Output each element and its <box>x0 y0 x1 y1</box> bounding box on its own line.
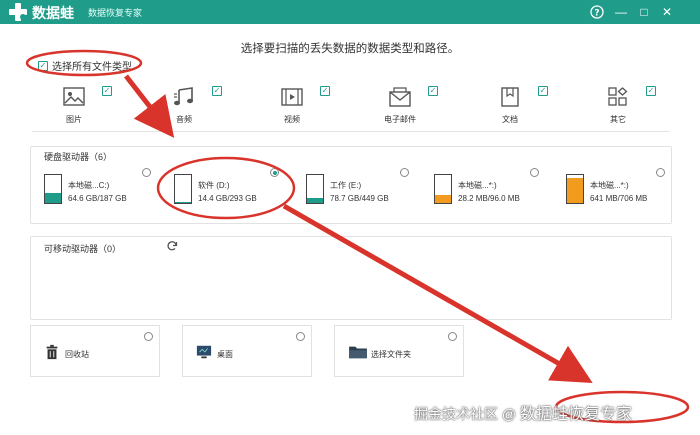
file-type-label: 图片 <box>66 115 82 124</box>
file-type-other[interactable]: ✓ 其它 <box>576 78 666 132</box>
location-select-folder[interactable]: 选择文件夹 <box>334 325 464 377</box>
music-icon <box>174 87 193 106</box>
file-type-label: 文档 <box>502 115 518 124</box>
checkbox-checked-icon[interactable]: ✓ <box>320 86 330 96</box>
drive-size: 28.2 MB/96.0 MB <box>458 194 520 203</box>
drive-size: 78.7 GB/449 GB <box>330 194 389 203</box>
checkbox-checked-icon[interactable]: ✓ <box>646 86 656 96</box>
drive-item[interactable]: 工作 (E:) 78.7 GB/449 GB <box>306 168 436 214</box>
disk-icon <box>566 174 584 204</box>
location-desktop[interactable]: 桌面 <box>182 325 312 377</box>
drive-item[interactable]: 本地磁...*:) 28.2 MB/96.0 MB <box>434 168 564 214</box>
select-all-label: 选择所有文件类型 <box>52 62 132 73</box>
location-radio[interactable] <box>296 332 305 341</box>
location-radio[interactable] <box>448 332 457 341</box>
page-instruction: 选择要扫描的丢失数据的数据类型和路径。 <box>240 43 460 55</box>
app-logo-icon <box>9 3 27 21</box>
drive-size: 14.4 GB/293 GB <box>198 194 257 203</box>
minimize-button[interactable]: — <box>612 3 630 21</box>
checkbox-checked-icon[interactable]: ✓ <box>102 86 112 96</box>
select-all-checkbox[interactable]: ✓ 选择所有文件类型 <box>38 58 132 73</box>
disk-icon <box>306 174 324 204</box>
removable-drive-section-title: 可移动驱动器（0） <box>44 244 122 254</box>
file-type-images[interactable]: ✓ 图片 <box>32 78 122 132</box>
file-type-documents[interactable]: ✓ 文档 <box>468 78 558 132</box>
disk-icon <box>44 174 62 204</box>
drive-name: 本地磁...C:) <box>68 181 110 190</box>
file-type-video[interactable]: ✓ 视频 <box>250 78 340 132</box>
checkbox-checked-icon[interactable]: ✓ <box>538 86 548 96</box>
desktop-icon <box>196 345 212 359</box>
disk-icon <box>434 174 452 204</box>
svg-text:?: ? <box>594 9 599 19</box>
watermark: 掘金技术社区 @ 数据蛙恢复专家 <box>414 400 632 424</box>
hard-drive-section-title: 硬盘驱动器（6） <box>44 152 113 162</box>
file-type-label: 电子邮件 <box>384 115 416 124</box>
document-icon <box>501 87 519 107</box>
disk-usage-fill <box>175 201 191 203</box>
checkbox-checked-icon: ✓ <box>38 60 48 71</box>
help-icon: ? <box>590 5 604 19</box>
file-type-row: ✓ 图片 ✓ 音频 ✓ 视频 ✓ 电子邮件 ✓ 文档 ✓ 其它 <box>32 78 670 132</box>
help-button[interactable]: ? <box>588 3 606 21</box>
maximize-button[interactable]: □ <box>635 3 653 21</box>
trash-icon <box>46 344 58 360</box>
file-type-label: 音频 <box>176 115 192 124</box>
watermark-prefix: 掘金技术社区 @ <box>414 406 517 422</box>
disk-usage-fill <box>45 193 61 203</box>
removable-drive-section <box>30 236 672 320</box>
refresh-icon[interactable] <box>166 240 178 252</box>
title-bar: 数据蛙 数据恢复专家 ? — □ ✕ <box>0 0 700 24</box>
drive-item[interactable]: 本地磁...*:) 641 MB/706 MB <box>566 168 696 214</box>
file-type-audio[interactable]: ✓ 音频 <box>142 78 232 132</box>
location-label: 回收站 <box>65 350 89 359</box>
app-name: 数据蛙 <box>32 5 74 21</box>
disk-usage-fill <box>307 197 323 203</box>
video-icon <box>281 88 303 106</box>
app-subtitle: 数据恢复专家 <box>88 8 143 18</box>
maximize-icon: □ <box>640 5 648 19</box>
file-type-label: 视频 <box>284 115 300 124</box>
disk-usage-fill <box>435 194 451 203</box>
close-button[interactable]: ✕ <box>658 3 676 21</box>
drive-radio-selected[interactable] <box>270 168 279 177</box>
image-icon <box>63 87 85 106</box>
drive-name: 本地磁...*:) <box>590 181 629 190</box>
folder-icon <box>349 346 367 359</box>
checkbox-checked-icon[interactable]: ✓ <box>212 86 222 96</box>
drive-size: 641 MB/706 MB <box>590 194 648 203</box>
drive-name: 工作 (E:) <box>330 181 362 190</box>
checkbox-checked-icon[interactable]: ✓ <box>428 86 438 96</box>
drive-item[interactable]: 本地磁...C:) 64.6 GB/187 GB <box>44 168 174 214</box>
drive-item[interactable]: 软件 (D:) 14.4 GB/293 GB <box>174 168 304 214</box>
drive-name: 本地磁...*:) <box>458 181 497 190</box>
email-icon <box>389 87 411 107</box>
file-type-email[interactable]: ✓ 电子邮件 <box>358 78 448 132</box>
other-icon <box>608 87 628 106</box>
file-type-label: 其它 <box>610 115 626 124</box>
minimize-icon: — <box>615 5 627 19</box>
drive-radio[interactable] <box>142 168 151 177</box>
drive-radio[interactable] <box>400 168 409 177</box>
drive-name: 软件 (D:) <box>198 181 230 190</box>
disk-usage-fill <box>567 177 583 203</box>
drive-size: 64.6 GB/187 GB <box>68 194 127 203</box>
disk-icon <box>174 174 192 204</box>
watermark-brand: 数据蛙恢复专家 <box>520 406 633 423</box>
location-radio[interactable] <box>144 332 153 341</box>
location-label: 选择文件夹 <box>371 350 411 359</box>
location-label: 桌面 <box>217 350 233 359</box>
drive-radio[interactable] <box>530 168 539 177</box>
drive-radio[interactable] <box>656 168 665 177</box>
close-icon: ✕ <box>661 5 673 19</box>
location-recycle-bin[interactable]: 回收站 <box>30 325 160 377</box>
